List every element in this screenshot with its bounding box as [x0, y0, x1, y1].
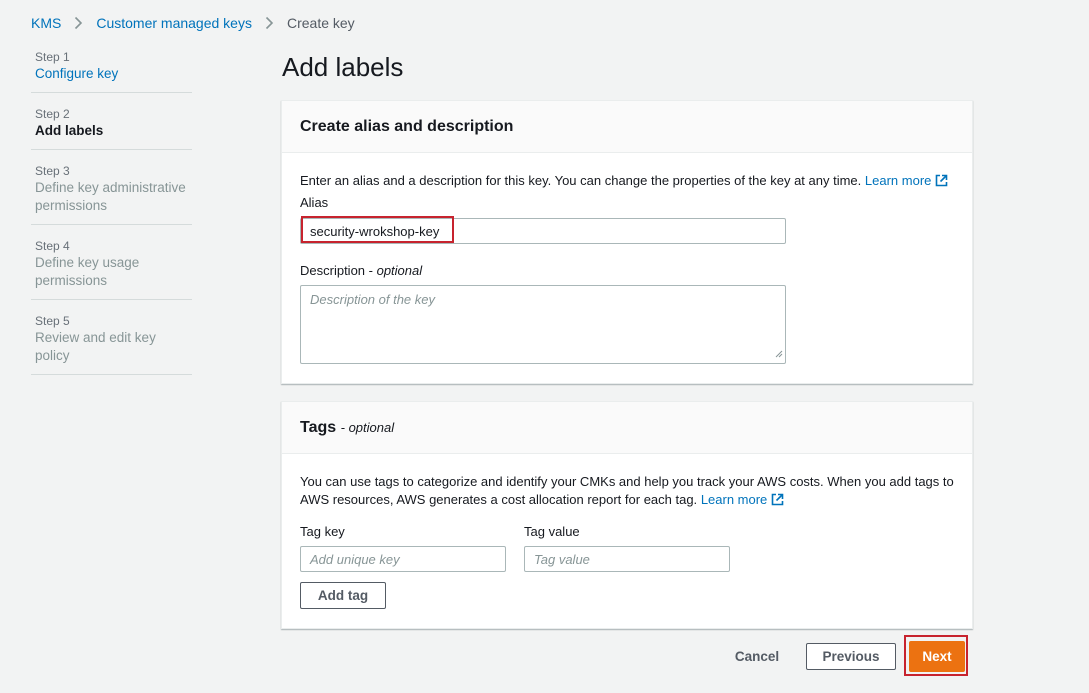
tags-panel-header: Tags - optional: [282, 402, 972, 454]
alias-panel-title: Create alias and description: [300, 117, 514, 135]
breadcrumb: KMS Customer managed keys Create key: [31, 15, 355, 31]
external-link-icon: [771, 493, 784, 511]
description-textarea[interactable]: Description of the key: [300, 285, 786, 364]
step-label: Define key usage permissions: [35, 255, 140, 288]
step-label: Add labels: [35, 123, 104, 138]
optional-tag: optional: [376, 263, 423, 278]
tag-key-input[interactable]: Add unique key: [300, 546, 506, 572]
wizard-step-3: Step 3 Define key administrative permiss…: [31, 160, 192, 225]
tags-intro-line2: AWS resources, AWS generates a cost allo…: [300, 491, 954, 511]
alias-panel: Create alias and description Enter an al…: [281, 100, 973, 384]
breadcrumb-customer-managed-keys[interactable]: Customer managed keys: [96, 15, 252, 31]
chevron-right-icon: [74, 16, 83, 30]
step-label: Define key administrative permissions: [35, 180, 186, 213]
tag-key-placeholder: Add unique key: [310, 551, 400, 567]
description-label: Description - optional: [300, 263, 423, 278]
alias-panel-header: Create alias and description: [282, 101, 972, 153]
breadcrumb-kms[interactable]: KMS: [31, 15, 61, 31]
tag-value-placeholder: Tag value: [534, 551, 590, 567]
optional-tag: - optional: [340, 419, 395, 435]
wizard-step-1[interactable]: Step 1 Configure key: [31, 46, 192, 93]
next-button[interactable]: Next: [909, 641, 965, 672]
page-title: Add labels: [282, 52, 404, 82]
tags-intro: You can use tags to categorize and ident…: [300, 473, 954, 511]
step-number: Step 3: [35, 164, 70, 178]
alias-intro: Enter an alias and a description for thi…: [300, 172, 948, 192]
tag-value-label: Tag value: [524, 524, 580, 539]
wizard-step-5: Step 5 Review and edit key policy: [31, 310, 192, 375]
step-number: Step 5: [35, 314, 70, 328]
cancel-button[interactable]: Cancel: [727, 643, 787, 670]
alias-input-value: security-wrokshop-key: [310, 223, 440, 239]
tags-intro-line2-text: AWS resources, AWS generates a cost allo…: [300, 492, 698, 507]
chevron-right-icon: [265, 16, 274, 30]
wizard-steps: Step 1 Configure key Step 2 Add labels S…: [31, 46, 192, 385]
alias-label: Alias: [300, 195, 329, 210]
learn-more-link[interactable]: Learn more: [865, 173, 948, 188]
learn-more-label: Learn more: [700, 492, 768, 507]
breadcrumb-current: Create key: [286, 15, 355, 31]
wizard-step-4: Step 4 Define key usage permissions: [31, 235, 192, 300]
previous-button[interactable]: Previous: [806, 643, 896, 670]
description-label-text: Description: [300, 263, 366, 278]
wizard-step-2: Step 2 Add labels: [31, 103, 192, 150]
resize-handle-icon[interactable]: [775, 346, 783, 361]
add-tag-button[interactable]: Add tag: [300, 582, 386, 609]
tags-panel-title: Tags - optional: [300, 419, 394, 437]
alias-input[interactable]: security-wrokshop-key: [300, 218, 786, 244]
tag-key-label: Tag key: [300, 524, 345, 539]
tags-title-text: Tags: [300, 418, 337, 436]
learn-more-link[interactable]: Learn more: [701, 492, 784, 507]
step-number: Step 1: [35, 50, 70, 64]
description-placeholder: Description of the key: [310, 292, 436, 307]
alias-intro-text: Enter an alias and a description for thi…: [300, 173, 862, 188]
learn-more-label: Learn more: [864, 173, 932, 188]
tags-panel: Tags - optional You can use tags to cate…: [281, 401, 973, 629]
step-label: Review and edit key policy: [35, 330, 156, 363]
tags-optional-text: optional: [348, 419, 395, 435]
step-number: Step 2: [35, 107, 70, 121]
tags-intro-line1: You can use tags to categorize and ident…: [300, 474, 954, 489]
step-number: Step 4: [35, 239, 70, 253]
step-label[interactable]: Configure key: [35, 65, 192, 83]
external-link-icon: [935, 174, 948, 192]
tag-value-input[interactable]: Tag value: [524, 546, 730, 572]
